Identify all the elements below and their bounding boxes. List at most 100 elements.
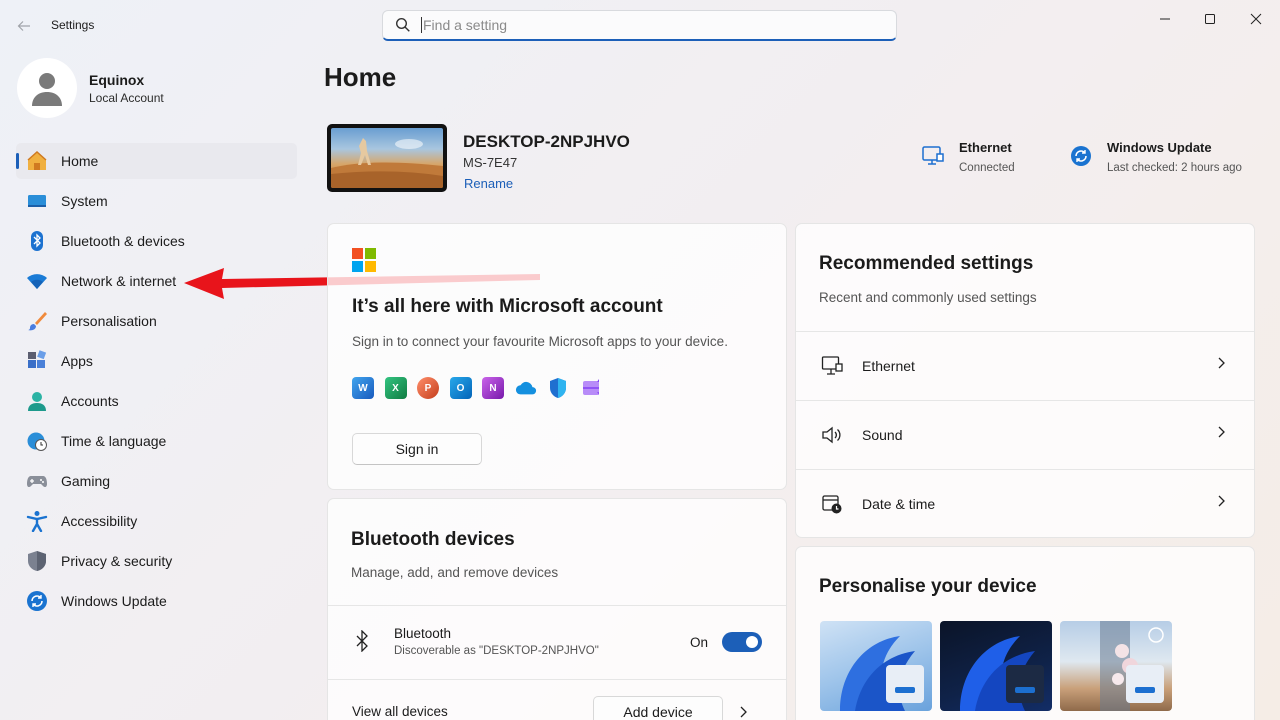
ethernet-status-subtitle: Connected [959,162,1015,174]
device-wallpaper-thumbnail [327,124,447,192]
bluetooth-device-label: Bluetooth [394,626,452,641]
sidebar-item-personalisation[interactable]: Personalisation [16,303,297,339]
bluetooth-card-title: Bluetooth devices [351,529,515,550]
minimize-icon [1160,18,1170,20]
maximize-button[interactable] [1187,6,1233,32]
microsoft-account-title: It’s all here with Microsoft account [352,296,663,317]
user-profile[interactable]: Equinox Local Account [17,58,164,118]
ethernet-status-title: Ethernet [959,140,1012,155]
theme-thumbnail-light[interactable] [820,621,932,711]
powerpoint-icon: P [417,377,439,399]
bluetooth-icon [355,629,369,657]
sidebar-item-label: Gaming [61,473,111,489]
onenote-icon: N [482,377,504,399]
sidebar-item-system[interactable]: System [16,183,297,219]
shield-icon [26,550,48,572]
brush-icon [26,310,48,332]
view-all-devices-link[interactable]: View all devices [352,704,448,719]
personalise-card: Personalise your device [795,546,1255,720]
back-arrow-icon [17,21,30,31]
sidebar-item-windows-update[interactable]: Windows Update [16,583,297,619]
rename-link[interactable]: Rename [464,176,513,191]
globe-clock-icon [26,430,48,452]
search-input[interactable] [421,17,861,33]
defender-icon [547,377,569,399]
chevron-right-icon [1216,494,1226,513]
theme-thumbnail-flowers[interactable] [1060,621,1172,711]
sidebar-item-label: Accessibility [61,513,138,529]
sidebar-item-label: Privacy & security [61,553,173,569]
speaker-icon [820,423,844,447]
bluetooth-card-subtitle: Manage, add, and remove devices [351,565,559,580]
user-icon [32,73,62,106]
microsoft-account-card: It’s all here with Microsoft account Sig… [327,223,787,490]
theme-thumbnail-dark[interactable] [940,621,1052,711]
bluetooth-toggle-state: On [690,635,709,650]
title-bar: Settings [0,0,1280,50]
sidebar-item-privacy[interactable]: Privacy & security [16,543,297,579]
minimize-button[interactable] [1142,6,1188,32]
sidebar-item-gaming[interactable]: Gaming [16,463,297,499]
update-icon [26,590,48,612]
search-box[interactable] [382,10,897,41]
avatar [17,58,77,118]
account-type: Local Account [89,90,164,105]
recommended-subtitle: Recent and commonly used settings [819,290,1037,305]
chevron-right-icon[interactable] [738,705,748,720]
recommended-item-label: Date & time [862,496,936,512]
sidebar-item-label: Network & internet [61,273,177,289]
microsoft-apps-row: W X P O N [352,377,612,399]
taskbar-preview-icon [1006,665,1044,703]
taskbar-preview-icon [1126,665,1164,703]
add-device-button[interactable]: Add device [593,696,723,720]
sidebar-item-accessibility[interactable]: Accessibility [16,503,297,539]
bluetooth-devices-card: Bluetooth devices Manage, add, and remov… [327,498,787,720]
outlook-icon: O [449,377,472,399]
sidebar-item-label: Apps [61,353,93,369]
sidebar-item-label: Bluetooth & devices [61,233,185,249]
recommended-item-label: Sound [862,427,903,443]
sidebar-item-label: Time & language [61,433,167,449]
sign-in-button[interactable]: Sign in [352,433,482,465]
sidebar-item-apps[interactable]: Apps [16,343,297,379]
app-title: Settings [51,18,95,32]
recommended-item-ethernet[interactable]: Ethernet [796,332,1254,400]
back-button[interactable] [10,12,38,40]
bluetooth-toggle[interactable] [722,632,762,652]
maximize-icon [1205,14,1215,24]
sidebar-item-label: Windows Update [61,593,167,609]
calendar-clock-icon [820,492,844,516]
clipchamp-icon [580,377,602,399]
personalise-title: Personalise your device [819,576,1037,597]
onedrive-icon [515,377,537,399]
divider [328,605,786,606]
sidebar-item-home[interactable]: Home [16,143,297,179]
microsoft-logo-icon [352,248,376,272]
divider [328,679,786,680]
ethernet-status[interactable]: Ethernet Connected [921,140,1015,174]
recommended-settings-card: Recommended settings Recent and commonly… [795,223,1255,538]
sidebar-item-accounts[interactable]: Accounts [16,383,297,419]
recommended-item-label: Ethernet [862,358,915,374]
apps-icon [26,350,48,372]
sidebar-item-label: Home [61,153,99,169]
close-button[interactable] [1233,6,1279,32]
recommended-item-sound[interactable]: Sound [796,401,1254,469]
taskbar-preview-icon [886,665,924,703]
windows-update-status-subtitle: Last checked: 2 hours ago [1107,162,1242,174]
gamepad-icon [26,470,48,492]
word-icon: W [352,377,374,399]
microsoft-account-subtitle: Sign in to connect your favourite Micros… [352,334,728,349]
windows-update-status[interactable]: Windows Update Last checked: 2 hours ago [1069,140,1242,174]
sidebar-item-label: System [61,193,108,209]
bluetooth-icon [26,230,48,252]
sidebar-item-time-language[interactable]: Time & language [16,423,297,459]
sidebar-item-bluetooth[interactable]: Bluetooth & devices [16,223,297,259]
recommended-item-date-time[interactable]: Date & time [796,470,1254,537]
sidebar-nav: Home System Bluetooth & devices Network … [16,143,297,623]
sidebar-item-label: Personalisation [61,313,157,329]
device-name: DESKTOP-2NPJHVO [463,132,630,151]
excel-icon: X [384,377,407,399]
recommended-title: Recommended settings [819,253,1034,274]
sidebar-item-label: Accounts [61,393,119,409]
